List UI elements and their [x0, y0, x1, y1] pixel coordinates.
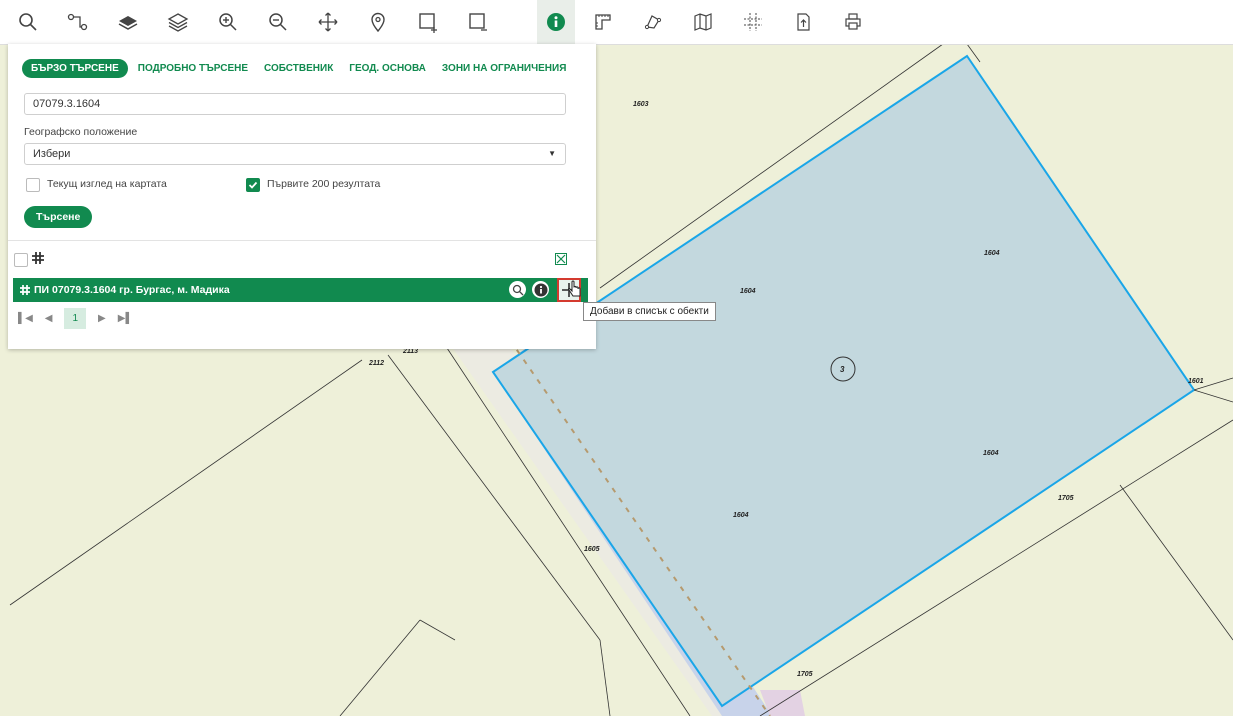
map-label-1605: 1605 [584, 546, 600, 553]
polygon-tool-button[interactable] [637, 6, 669, 38]
info-icon [547, 13, 565, 31]
search-input[interactable]: 07079.3.1604 [24, 93, 566, 115]
export-icon [797, 13, 810, 31]
map-label-parcel-number: 3 [840, 365, 845, 374]
current-page[interactable]: 1 [64, 308, 87, 329]
search-button[interactable]: Търсене [24, 206, 93, 228]
search-panel: БЪРЗО ТЪРСЕНЕ ПОДРОБНО ТЪРСЕНЕ СОБСТВЕНИ… [8, 44, 596, 349]
pan-icon [318, 12, 338, 32]
map-toolbar [0, 0, 1233, 45]
print-icon [845, 13, 861, 30]
map-label-2113: 2113 [402, 348, 418, 355]
select-add-icon [419, 13, 437, 33]
expand-icon[interactable] [555, 253, 567, 265]
route-tool-button[interactable] [62, 6, 94, 38]
search-tool-button[interactable] [12, 6, 44, 38]
next-page-icon[interactable]: ▶ [98, 313, 106, 324]
search-icon [19, 13, 37, 31]
map-label-1705-a: 1705 [1058, 495, 1074, 502]
hashtag-icon [20, 285, 30, 295]
result-zoom-button[interactable] [509, 281, 526, 298]
tab-geod-base[interactable]: ГЕОД. ОСНОВА [349, 63, 426, 74]
map-label-1604-a: 1604 [984, 250, 1000, 257]
first-page-icon[interactable]: ▌◀ [18, 313, 33, 324]
map-tool-button[interactable] [687, 6, 719, 38]
export-tool-button[interactable] [787, 6, 819, 38]
map-icon [694, 13, 712, 31]
route-icon [67, 13, 88, 31]
result-text: ПИ 07079.3.1604 гр. Бургас, м. Мадика [34, 284, 230, 296]
zoom-in-icon [219, 13, 237, 31]
map-label-1603: 1603 [633, 101, 649, 108]
select-add-tool-button[interactable] [412, 6, 444, 38]
last-page-icon[interactable]: ▶▌ [118, 313, 133, 324]
first-200-label: Първите 200 резултата [267, 178, 381, 190]
location-pin-icon [371, 12, 385, 32]
polygon-icon [644, 15, 662, 30]
current-view-label: Текущ изглед на картата [47, 178, 167, 190]
map-label-1604-c: 1604 [983, 450, 999, 457]
zoom-in-tool-button[interactable] [212, 6, 244, 38]
geo-position-select[interactable]: Избери ▼ [24, 143, 566, 165]
pan-tool-button[interactable] [312, 6, 344, 38]
grid-tool-button[interactable] [737, 6, 769, 38]
tab-quick-search[interactable]: БЪРЗО ТЪРСЕНЕ [22, 58, 128, 78]
location-tool-button[interactable] [362, 6, 394, 38]
print-tool-button[interactable] [837, 6, 869, 38]
layers-tool-button[interactable] [162, 6, 194, 38]
pagination: ▌◀ ◀ 1 ▶ ▶▌ [18, 308, 145, 329]
divider [8, 240, 596, 241]
ruler-icon [595, 14, 611, 30]
checkmark-icon [248, 181, 258, 189]
result-row[interactable]: ПИ 07079.3.1604 гр. Бургас, м. Мадика [13, 278, 588, 302]
measure-tool-button[interactable] [587, 6, 619, 38]
geo-position-label: Географско положение [24, 126, 138, 138]
tab-restriction-zones[interactable]: ЗОНИ НА ОГРАНИЧЕНИЯ [442, 63, 566, 74]
tab-detailed-search[interactable]: ПОДРОБНО ТЪРСЕНЕ [138, 63, 248, 74]
prev-page-icon[interactable]: ◀ [45, 313, 53, 324]
result-info-button[interactable] [532, 281, 549, 298]
first-200-checkbox[interactable] [246, 178, 260, 192]
info-tool-button[interactable] [537, 0, 575, 44]
info-icon [534, 283, 547, 296]
map-label-1604-b: 1604 [740, 288, 756, 295]
select-remove-icon [469, 13, 487, 31]
search-icon [512, 284, 523, 295]
chevron-down-icon: ▼ [548, 149, 556, 158]
hand-cursor-icon [568, 280, 581, 297]
geo-select-value: Избери [33, 148, 71, 160]
layer-icon [118, 16, 138, 30]
zoom-out-tool-button[interactable] [262, 6, 294, 38]
zoom-out-icon [269, 13, 287, 31]
layers-icon [167, 13, 189, 32]
tab-owner[interactable]: СОБСТВЕНИК [264, 63, 333, 74]
map-label-1705-b: 1705 [797, 671, 813, 678]
grid-icon [744, 13, 762, 31]
layer-tool-button[interactable] [112, 6, 144, 38]
search-tabs: БЪРЗО ТЪРСЕНЕ ПОДРОБНО ТЪРСЕНЕ СОБСТВЕНИ… [22, 58, 582, 78]
map-label-1604-d: 1604 [733, 512, 749, 519]
select-remove-tool-button[interactable] [462, 6, 494, 38]
map-label-2112: 2112 [368, 360, 384, 367]
map-label-1601: 1601 [1188, 378, 1204, 385]
select-all-checkbox[interactable] [14, 253, 28, 267]
current-view-checkbox[interactable] [26, 178, 40, 192]
hashtag-icon [32, 252, 44, 264]
add-to-list-tooltip: Добави в списък с обекти [583, 302, 716, 321]
